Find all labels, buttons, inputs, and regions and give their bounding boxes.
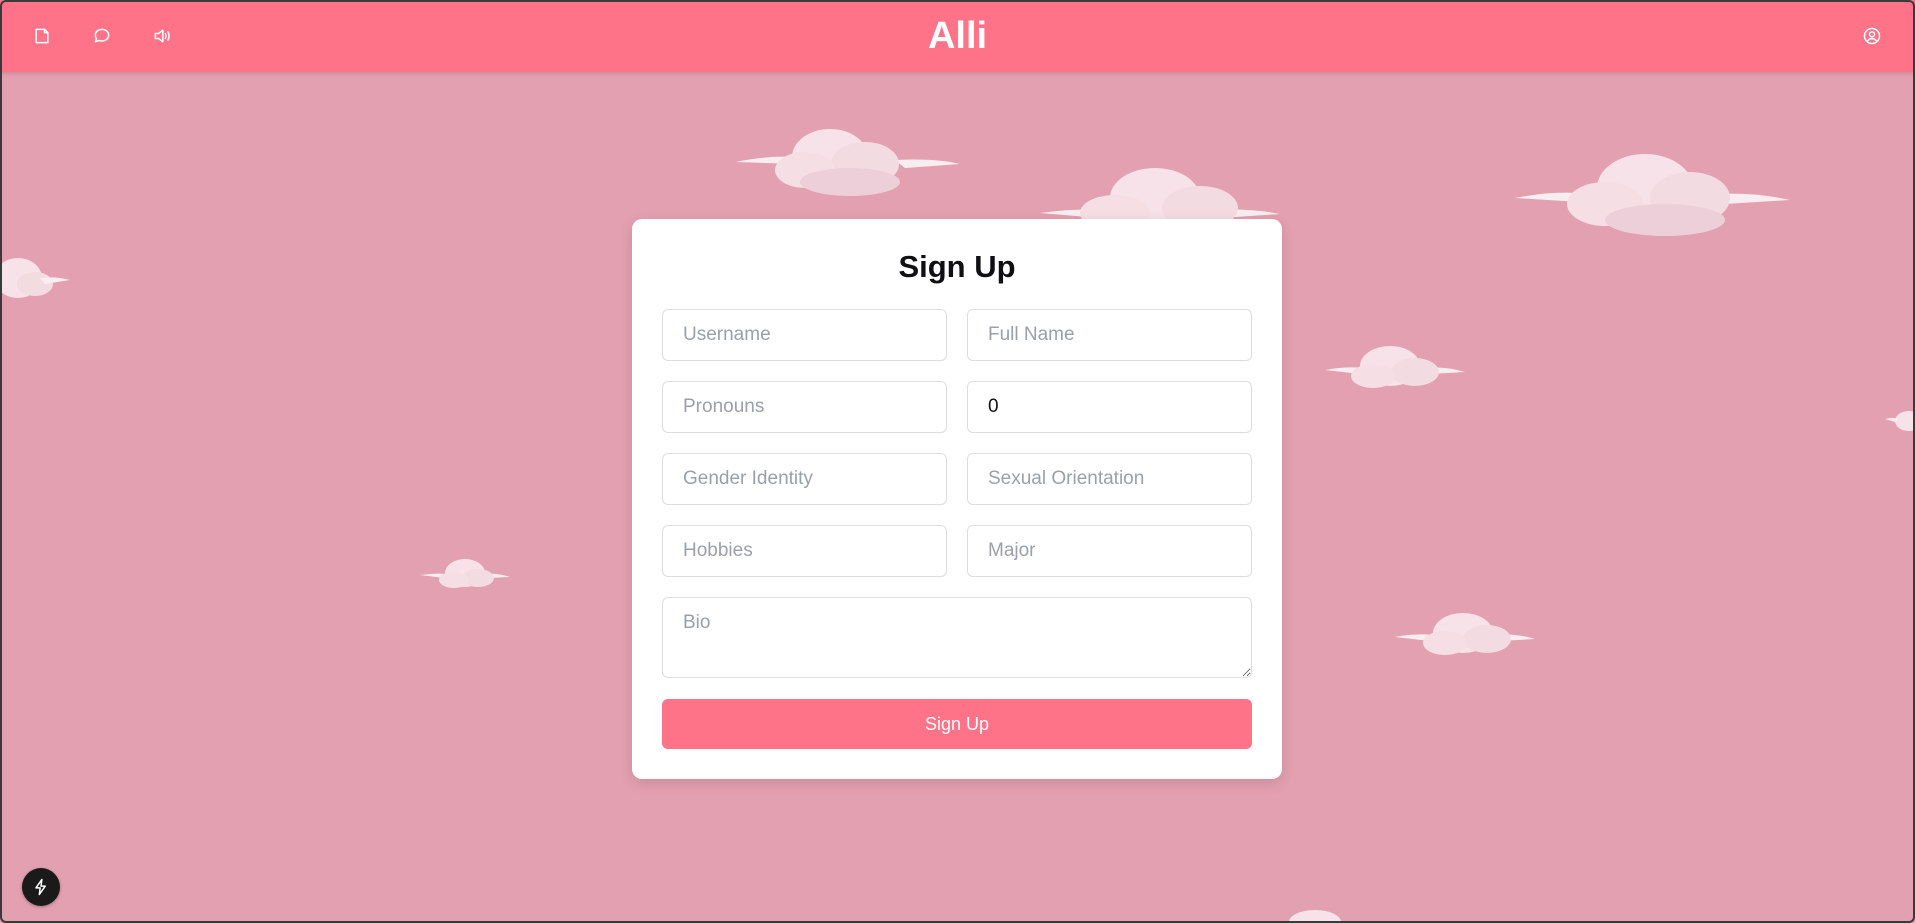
cloud-decoration [1325,346,1465,388]
bio-textarea[interactable] [662,597,1252,678]
cloud-decoration [0,258,70,298]
age-input[interactable] [967,381,1252,433]
hobbies-input[interactable] [662,525,947,577]
cloud-decoration [1515,154,1790,236]
top-navigation-bar: Alli [0,0,1915,72]
chat-icon[interactable] [90,24,114,48]
speaker-icon[interactable] [150,24,174,48]
app-title: Alli [927,15,988,57]
cloud-decoration [1395,613,1535,655]
cloud-decoration [1040,168,1280,224]
signup-card: Sign Up Sign Up [632,219,1282,779]
cloud-decoration [735,129,960,196]
cloud-decoration [1885,411,1915,431]
signup-title: Sign Up [898,249,1016,284]
username-input[interactable] [662,309,947,361]
cloud-decoration [420,559,510,588]
lightning-icon[interactable] [22,868,60,906]
pronouns-input[interactable] [662,381,947,433]
full-name-input[interactable] [967,309,1252,361]
gender-identity-input[interactable] [662,453,947,505]
user-circle-icon[interactable] [1860,24,1884,48]
cloud-decoration [1289,910,1341,923]
major-input[interactable] [967,525,1252,577]
document-icon[interactable] [30,24,54,48]
sexual-orientation-input[interactable] [967,453,1252,505]
sign-up-button[interactable]: Sign Up [662,699,1252,749]
